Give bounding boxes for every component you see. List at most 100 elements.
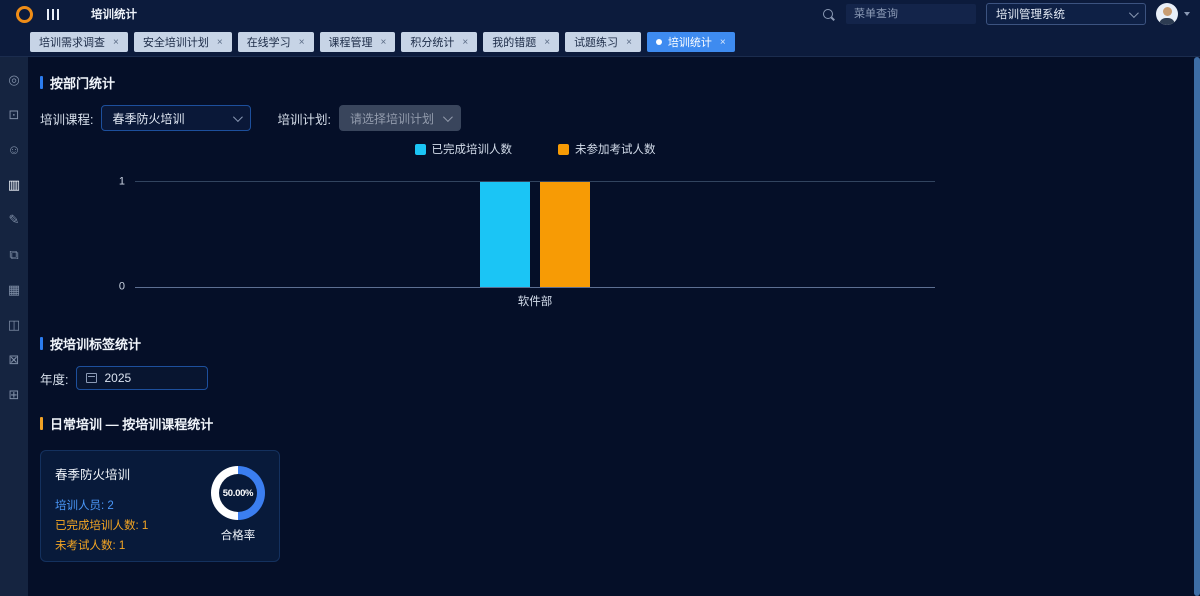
close-icon[interactable]: × <box>217 37 223 48</box>
close-icon[interactable]: × <box>381 37 387 48</box>
page-title: 培训统计 <box>91 6 137 22</box>
section-daily-title: 日常培训 — 按培训课程统计 <box>40 414 1180 433</box>
tab-item[interactable]: 在线学习 × <box>238 32 314 52</box>
tab-label: 培训统计 <box>668 34 712 50</box>
card-stats: 春季防火培训 培训人员: 2已完成培训人数: 1未考试人数: 1 <box>55 464 148 548</box>
legend-swatch <box>558 144 569 155</box>
monitor-icon[interactable]: ⊡ <box>7 107 22 122</box>
calendar-icon <box>86 373 97 383</box>
bar-未参加考试人数 <box>540 182 590 287</box>
dept-filter-row: 培训课程: 春季防火培训 培训计划: 请选择培训计划 <box>40 105 1180 131</box>
copy-icon[interactable]: ⧉ <box>7 247 22 262</box>
tab-label: 培训需求调查 <box>39 34 105 50</box>
course-select-label: 培训课程: <box>40 109 93 128</box>
course-select-value: 春季防火培训 <box>112 110 184 127</box>
dashboard-icon[interactable]: ◎ <box>7 72 22 87</box>
search-icon <box>823 9 834 20</box>
tab-label: 在线学习 <box>247 34 291 50</box>
tab-bar: 培训需求调查×安全培训计划×在线学习×课程管理×积分统计×我的错题×试题练习×培… <box>0 28 1200 57</box>
tab-item[interactable]: 安全培训计划 × <box>134 32 232 52</box>
tab-label: 积分统计 <box>410 34 454 50</box>
tab-item[interactable]: 我的错题 × <box>483 32 559 52</box>
chevron-down-icon <box>443 112 453 122</box>
stat-row: 未考试人数: 1 <box>55 536 148 556</box>
year-label: 年度: <box>40 369 68 388</box>
section-dept-title-text: 按部门统计 <box>50 73 115 92</box>
library-icon[interactable]: ▥ <box>7 177 22 192</box>
legend-label: 已完成培训人数 <box>432 141 513 157</box>
course-select[interactable]: 春季防火培训 <box>101 105 251 131</box>
tab-item[interactable]: 积分统计 × <box>401 32 477 52</box>
legend-swatch <box>415 144 426 155</box>
chart-board-icon[interactable]: ◫ <box>7 317 22 332</box>
year-picker[interactable]: 2025 <box>76 366 208 390</box>
plan-select-placeholder: 请选择培训计划 <box>350 110 434 127</box>
card-donut-block: 50.00% 合格率 <box>211 464 265 548</box>
chart-x-axis-labels: 软件部 <box>135 288 935 306</box>
close-icon[interactable]: × <box>626 37 632 48</box>
tab-label: 我的错题 <box>492 34 536 50</box>
tab-label: 课程管理 <box>329 34 373 50</box>
chart-legend: 已完成培训人数 未参加考试人数 <box>135 141 935 157</box>
plan-select-label: 培训计划: <box>277 109 330 128</box>
card-title: 春季防火培训 <box>55 464 148 483</box>
bar-group <box>480 182 590 287</box>
export-icon[interactable]: ⊞ <box>7 387 22 402</box>
app-header: 培训统计 培训管理系统 <box>0 0 1200 28</box>
avatar-caret-icon[interactable] <box>1184 12 1190 16</box>
section-dept-title: 按部门统计 <box>40 73 1180 92</box>
chevron-down-icon <box>1129 8 1139 18</box>
user-icon[interactable]: ☺ <box>7 142 22 157</box>
tab-label: 安全培训计划 <box>143 34 209 50</box>
active-dot-icon <box>656 39 662 45</box>
close-icon[interactable]: × <box>299 37 305 48</box>
image-icon[interactable]: ⊠ <box>7 352 22 367</box>
calendar-icon[interactable]: ▦ <box>7 282 22 297</box>
stat-row: 已完成培训人数: 1 <box>55 516 148 536</box>
vertical-scrollbar[interactable] <box>1194 57 1200 596</box>
course-stat-card[interactable]: 春季防火培训 培训人员: 2已完成培训人数: 1未考试人数: 1 50.00% … <box>40 450 280 562</box>
close-icon[interactable]: × <box>720 37 726 48</box>
avatar[interactable] <box>1156 3 1178 25</box>
system-select[interactable]: 培训管理系统 <box>986 3 1146 25</box>
x-axis-category-label: 软件部 <box>518 293 553 309</box>
system-select-value: 培训管理系统 <box>996 6 1065 22</box>
tab-active[interactable]: 培训统计 × <box>647 32 735 52</box>
year-filter-row: 年度: 2025 <box>40 366 1180 390</box>
edit-icon[interactable]: ✎ <box>7 212 22 227</box>
close-icon[interactable]: × <box>113 37 119 48</box>
chart-plot-area: 01 <box>135 181 935 288</box>
section-accent-bar <box>40 76 43 89</box>
plan-select[interactable]: 请选择培训计划 <box>339 105 461 131</box>
pass-rate-label: 合格率 <box>221 527 256 543</box>
menu-search-input[interactable] <box>846 4 976 24</box>
pass-rate-percent: 50.00% <box>219 474 257 512</box>
legend-label: 未参加考试人数 <box>575 141 656 157</box>
year-picker-value: 2025 <box>104 371 131 385</box>
card-stat-rows: 培训人员: 2已完成培训人数: 1未考试人数: 1 <box>55 496 148 556</box>
tab-item[interactable]: 试题练习 × <box>565 32 641 52</box>
legend-item[interactable]: 已完成培训人数 <box>415 141 513 157</box>
close-icon[interactable]: × <box>462 37 468 48</box>
tab-item[interactable]: 培训需求调查 × <box>30 32 128 52</box>
chevron-down-icon <box>233 112 243 122</box>
main-content: 按部门统计 培训课程: 春季防火培训 培训计划: 请选择培训计划 已完成培训人数… <box>28 57 1194 596</box>
y-axis-tick-label: 1 <box>119 177 125 188</box>
bar-已完成培训人数 <box>480 182 530 287</box>
tab-item[interactable]: 课程管理 × <box>320 32 396 52</box>
stat-row: 培训人员: 2 <box>55 496 148 516</box>
close-icon[interactable]: × <box>544 37 550 48</box>
section-accent-bar <box>40 337 43 350</box>
legend-item[interactable]: 未参加考试人数 <box>558 141 656 157</box>
section-tag-title-text: 按培训标签统计 <box>50 334 141 353</box>
section-daily-title-text: 日常培训 — 按培训课程统计 <box>50 414 213 433</box>
sidebar: ◎ ⊡ ☺ ▥ ✎ ⧉ ▦ ◫ ⊠ ⊞ <box>0 57 28 596</box>
section-accent-bar-orange <box>40 417 43 430</box>
menu-collapse-icon[interactable] <box>47 9 59 20</box>
dept-bar-chart: 已完成培训人数 未参加考试人数 01 软件部 <box>135 141 935 306</box>
section-tag-title: 按培训标签统计 <box>40 334 1180 353</box>
tab-label: 试题练习 <box>574 34 618 50</box>
pass-rate-donut-chart: 50.00% <box>211 466 265 520</box>
app-logo <box>16 6 33 23</box>
y-axis-tick-label: 0 <box>119 282 125 293</box>
